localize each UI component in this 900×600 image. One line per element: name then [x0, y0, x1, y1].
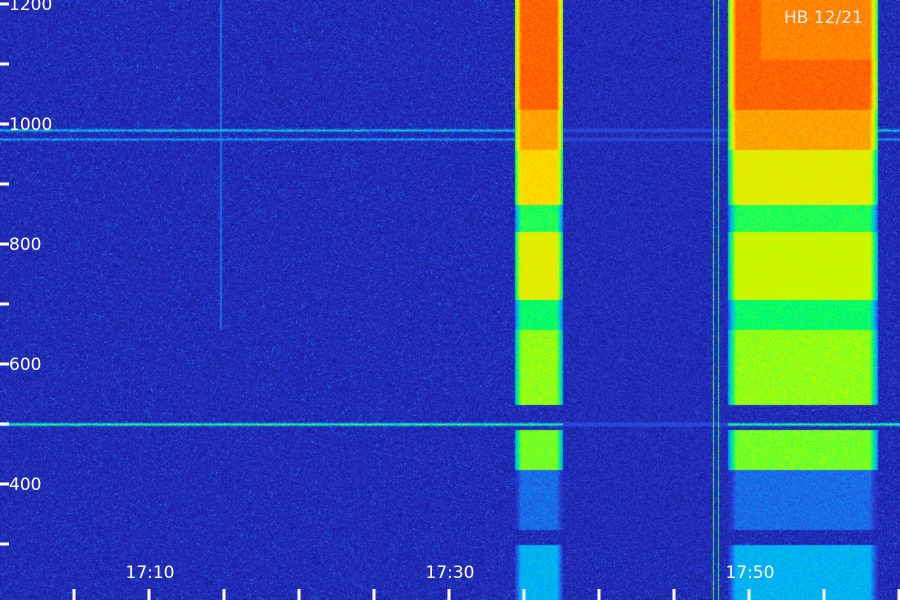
y-tick-label: 1000 [9, 115, 52, 135]
y-tick-label: 600 [9, 355, 41, 375]
chart-overlay: 400 600 800 1000 1200 17:10 17:30 17:50 HB 12/… [0, 0, 900, 600]
y-tick-label: 800 [9, 235, 41, 255]
y-tick-label: 400 [9, 475, 41, 495]
corner-label: HB 12/21 [784, 8, 863, 28]
x-axis: 17:10 17:30 17:50 [72, 563, 900, 600]
x-tick-label: 17:50 [726, 563, 775, 583]
x-tick-label: 17:30 [426, 563, 475, 583]
x-tick-label: 17:10 [126, 563, 175, 583]
y-axis: 400 600 800 1000 1200 [0, 0, 52, 546]
y-tick-label: 1200 [9, 0, 52, 15]
